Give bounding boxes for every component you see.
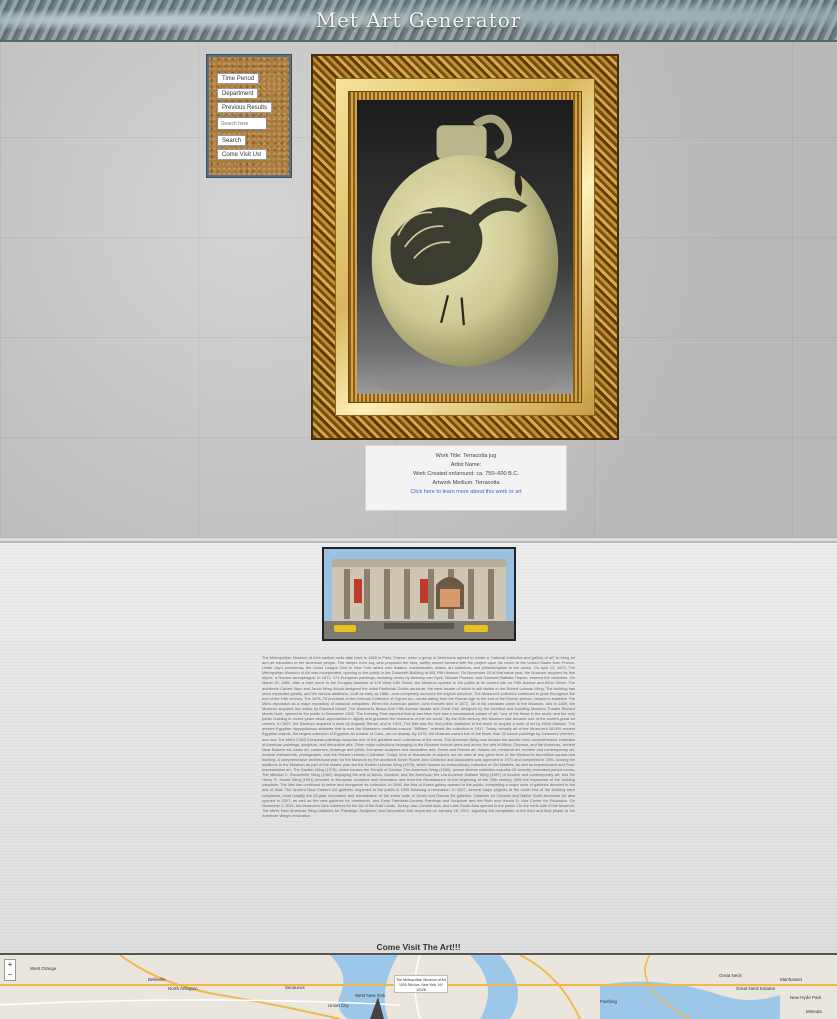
museum-history-text: The Metropolitan Museum of Art's earlies… (262, 655, 575, 818)
map-place-label: Mineola (806, 1009, 822, 1014)
artwork-info-card: Work Title: Terracotta jug Artist Name: … (365, 445, 567, 511)
department-button[interactable]: Department (217, 88, 259, 99)
map-place-label: Great Neck Estates (736, 986, 776, 991)
map-place-label: Manhasset (780, 977, 803, 982)
museum-section: The Metropolitan Museum of Art's earlies… (0, 541, 837, 954)
map-place-label: West Orange (30, 966, 57, 971)
map-location-popup[interactable]: The Metropolitan Museum of Art 1000 5th … (394, 975, 448, 993)
previous-results-button[interactable]: Previous Results (217, 102, 273, 113)
work-title: Work Title: Terracotta jug (435, 453, 497, 459)
come-visit-heading: Come Visit The Art!!! (376, 942, 461, 952)
control-panel: Time Period Department Previous Results … (206, 54, 292, 178)
search-input[interactable] (217, 117, 267, 130)
search-button[interactable]: Search (217, 135, 247, 146)
map-place-label: Great Neck (719, 973, 742, 978)
map-place-label: West New York (355, 993, 386, 998)
map-place-label: North Arlington (168, 986, 198, 991)
artist-name: Artist Name: (450, 462, 482, 468)
map-place-label: Belleville (148, 977, 166, 982)
page-title: Met Art Generator (315, 8, 522, 32)
learn-more-link[interactable]: Click here to learn more about this work… (410, 489, 521, 495)
header-banner: Met Art Generator (0, 0, 837, 42)
zoom-out-button[interactable]: − (5, 970, 15, 980)
terracotta-jug-image (371, 114, 559, 394)
museum-photo (322, 547, 516, 641)
popup-address: 1000 5th Ave, New York, NY 10028 (399, 983, 443, 992)
map-place-label: Secaucus (285, 985, 305, 990)
map-place-label: New Hyde Park (790, 995, 822, 1000)
time-period-button[interactable]: Time Period (217, 73, 260, 84)
artwork-frame (311, 54, 619, 440)
map-place-label: Union City (328, 1003, 349, 1008)
work-created: Work Created on/around: ca. 750–600 B.C. (413, 471, 519, 477)
map-zoom-controls[interactable]: + − (4, 959, 16, 981)
museum-map[interactable]: + − West Orange Belleville North Arlingt… (0, 953, 837, 1019)
generator-section: Met Art Generator Time Period Department… (0, 0, 837, 538)
zoom-in-button[interactable]: + (5, 960, 15, 970)
met-museum-facade-image (324, 549, 514, 639)
come-visit-us-button[interactable]: Come Visit Us! (217, 149, 267, 160)
artwork-medium: Artwork Medium: Terracotta (432, 480, 500, 486)
map-place-label: Flushing (600, 999, 618, 1004)
artwork-image[interactable] (357, 100, 573, 394)
